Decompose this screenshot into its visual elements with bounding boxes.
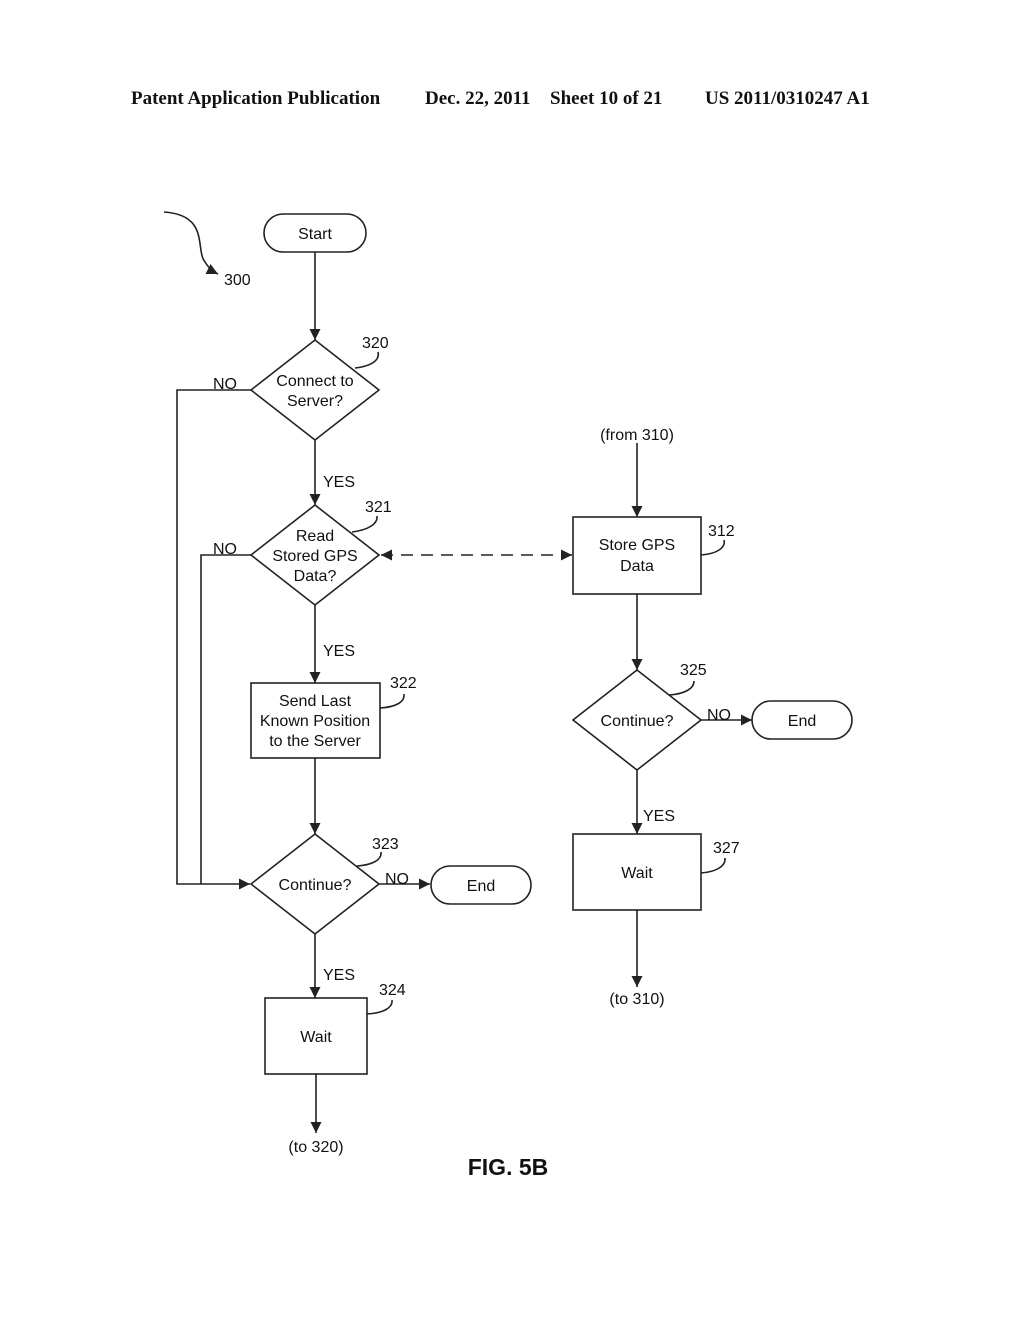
to-310-label: (to 310) (609, 991, 664, 1008)
yes-label-325: YES (643, 808, 675, 825)
decision-320 (249, 338, 381, 442)
leader-323 (356, 851, 382, 867)
decision-321-line-3: Data? (294, 568, 337, 585)
leader-325 (668, 680, 695, 696)
from-310-label: (from 310) (600, 427, 674, 444)
connector-321-no (200, 554, 251, 884)
yes-label-321: YES (323, 643, 355, 660)
ref-300-arrow (163, 211, 219, 275)
decision-321-line-1: Read (296, 528, 334, 545)
to-320-label: (to 320) (288, 1139, 343, 1156)
leader-327 (700, 857, 726, 874)
process-312-line-2: Data (620, 558, 654, 575)
decision-325-label: Continue? (601, 713, 674, 730)
leader-320 (354, 351, 380, 369)
connector-320-no (176, 389, 251, 890)
decision-323-label: Continue? (279, 877, 352, 894)
decision-321-line-2: Stored GPS (272, 548, 357, 565)
no-label-320: NO (213, 376, 237, 393)
ref-322: 322 (390, 675, 417, 692)
ref-327: 327 (713, 840, 740, 857)
leader-312 (700, 539, 725, 556)
ref-323: 323 (372, 836, 399, 853)
ref-325: 325 (680, 662, 707, 679)
ref-320: 320 (362, 335, 389, 352)
process-312-line-1: Store GPS (599, 537, 675, 554)
leader-321 (351, 515, 378, 533)
yes-label-320: YES (323, 474, 355, 491)
figure-label: FIG. 5B (468, 1154, 549, 1180)
decision-320-line-1: Connect to (276, 373, 353, 390)
leader-324 (366, 999, 393, 1015)
start-label: Start (298, 226, 332, 243)
ref-321: 321 (365, 499, 392, 516)
process-324-label: Wait (300, 1029, 332, 1046)
process-327-label: Wait (621, 865, 653, 882)
ref-300: 300 (224, 272, 251, 289)
no-label-321: NO (213, 541, 237, 558)
no-label-323: NO (385, 871, 409, 888)
process-322-line-1: Send Last (279, 693, 352, 710)
ref-324: 324 (379, 982, 406, 999)
decision-320-line-2: Server? (287, 393, 343, 410)
process-312 (572, 516, 702, 595)
flowchart: 300 Start Connect to Server? 320 NO YES … (163, 211, 853, 1180)
no-label-325: NO (707, 707, 731, 724)
process-322-line-3: to the Server (269, 733, 361, 750)
ref-312: 312 (708, 523, 735, 540)
leader-322 (379, 693, 405, 709)
end-label-2: End (788, 713, 816, 730)
end-label-1: End (467, 878, 495, 895)
process-322-line-2: Known Position (260, 713, 370, 730)
yes-label-323: YES (323, 967, 355, 984)
